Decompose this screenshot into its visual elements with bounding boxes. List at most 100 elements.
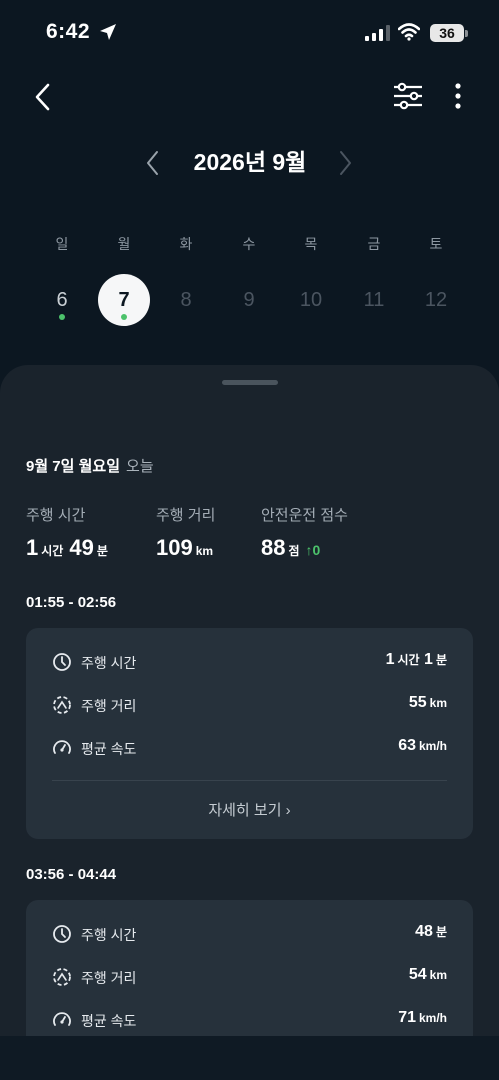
unit-minutes: 분	[435, 653, 447, 667]
next-month-button[interactable]	[334, 148, 356, 178]
value-hours: 1	[385, 651, 395, 668]
weekday-tue: 화	[179, 236, 193, 252]
date-cell-9[interactable]: 9	[223, 274, 275, 326]
value-distance: 54	[408, 966, 427, 983]
distance-number: 109	[156, 535, 193, 560]
status-time: 6:42	[46, 20, 91, 43]
row-value: 48 분	[415, 923, 447, 941]
date-cell-10[interactable]: 10	[285, 274, 337, 326]
filter-icon	[394, 82, 422, 110]
view-details-button[interactable]: 자세히 보기 ›	[26, 799, 473, 820]
divider	[52, 780, 447, 781]
status-bar: 6:42 36	[0, 0, 499, 66]
trip-speed-row: 평균 속도 71 km/h	[26, 1008, 473, 1032]
activity-dot	[121, 314, 127, 320]
weekday-fri: 금	[367, 236, 381, 252]
date-row: 6 7 8 9 10 11 12	[0, 274, 499, 328]
safety-score-label: 안전운전 점수	[261, 507, 348, 524]
date-number: 6	[56, 289, 68, 311]
unit-distance: km	[429, 968, 447, 982]
chevron-left-icon	[147, 151, 158, 175]
driving-record-sheet[interactable]: 9월 7일 월요일 오늘 주행 시간 1 시간 49 분 주행 거리 109 km 안전운…	[0, 365, 499, 1080]
date-number: 7	[118, 289, 130, 311]
month-title: 2026년 9월	[193, 149, 307, 175]
trip-distance-row: 주행 거리 55 km	[26, 693, 473, 717]
trip-card: 주행 시간 1 시간 1분 주행 거리 55 km 평균 속도 63 km/h 자세히…	[26, 628, 473, 839]
date-number: 8	[180, 289, 192, 311]
weekday-sun: 일	[55, 236, 69, 252]
weekday-thu: 목	[304, 236, 318, 252]
date-cell-12[interactable]: 12	[410, 274, 462, 326]
distance-unit: km	[195, 544, 214, 558]
signal-icon	[365, 25, 390, 41]
score-unit: 점	[288, 544, 300, 558]
bottom-bar	[0, 1036, 499, 1080]
date-number: 9	[243, 289, 255, 311]
score-delta: ↑0	[306, 542, 321, 558]
day-date: 9월 7일 월요일	[26, 458, 121, 475]
unit-speed: km/h	[418, 1011, 447, 1025]
filter-button[interactable]	[392, 82, 424, 110]
weekday-header: 일 월 화 수 목 금 토	[0, 234, 499, 254]
unit-minutes: 분	[435, 925, 447, 939]
unit-speed: km/h	[418, 739, 447, 753]
distance-icon	[53, 968, 71, 986]
trip-drive-time-row: 주행 시간 1 시간 1분	[26, 650, 473, 674]
score-delta-value: 0	[312, 542, 321, 558]
speed-icon	[53, 740, 71, 754]
date-number: 11	[363, 289, 385, 311]
distance-label: 주행 거리	[156, 507, 216, 524]
row-label: 주행 시간	[81, 655, 137, 671]
drive-hours: 1	[26, 535, 39, 560]
row-label: 평균 속도	[81, 741, 137, 757]
today-label: 오늘	[126, 458, 154, 475]
minutes-unit: 분	[96, 544, 108, 558]
row-label: 평균 속도	[81, 1013, 137, 1029]
distance-icon	[53, 696, 71, 714]
drive-time-label: 주행 시간	[26, 507, 86, 524]
drive-minutes: 49	[69, 535, 94, 560]
value-minutes: 48	[415, 923, 433, 940]
trip-time-range: 01:55 - 02:56	[26, 594, 117, 611]
weekday-mon: 월	[117, 236, 131, 252]
distance-value: 109 km	[156, 535, 219, 561]
safety-score-value: 88 점 ↑0	[261, 535, 320, 561]
battery-tip	[465, 30, 468, 37]
value-distance: 55	[408, 694, 427, 711]
row-value: 1 시간 1분	[386, 651, 447, 669]
score-number: 88	[261, 535, 286, 560]
clock-icon	[53, 925, 71, 943]
trip-speed-row: 평균 속도 63 km/h	[26, 736, 473, 760]
trip-distance-row: 주행 거리 54 km	[26, 965, 473, 989]
date-cell-11[interactable]: 11	[348, 274, 400, 326]
location-arrow-icon	[100, 24, 116, 40]
row-value: 54 km	[409, 966, 447, 984]
drive-time-value: 1 시간 49 분	[26, 535, 114, 561]
hours-unit: 시간	[41, 544, 64, 558]
row-label: 주행 거리	[81, 698, 137, 714]
activity-dot	[59, 314, 65, 320]
date-cell-7-selected[interactable]: 7	[98, 274, 150, 326]
clock-icon	[53, 653, 71, 671]
date-cell-8[interactable]: 8	[160, 274, 212, 326]
back-button[interactable]	[28, 80, 58, 114]
weekday-sat: 토	[429, 236, 443, 252]
weekday-wed: 수	[242, 236, 256, 252]
value-speed: 71	[398, 1009, 416, 1026]
sheet-drag-handle[interactable]	[222, 380, 278, 385]
speed-icon	[53, 1012, 71, 1026]
date-cell-6[interactable]: 6	[36, 274, 88, 326]
more-button[interactable]	[446, 80, 470, 112]
previous-month-button[interactable]	[142, 148, 164, 178]
arrow-up-icon: ↑	[305, 542, 313, 558]
row-value: 63 km/h	[398, 737, 447, 755]
trip-drive-time-row: 주행 시간 48 분	[26, 922, 473, 946]
wifi-icon	[398, 23, 420, 41]
day-title: 9월 7일 월요일 오늘	[26, 455, 154, 476]
back-icon	[35, 83, 50, 111]
unit-hours: 시간	[397, 653, 420, 667]
row-label: 주행 거리	[81, 970, 137, 986]
row-value: 71 km/h	[398, 1009, 447, 1027]
value-speed: 63	[398, 737, 416, 754]
chevron-right-icon	[340, 151, 351, 175]
